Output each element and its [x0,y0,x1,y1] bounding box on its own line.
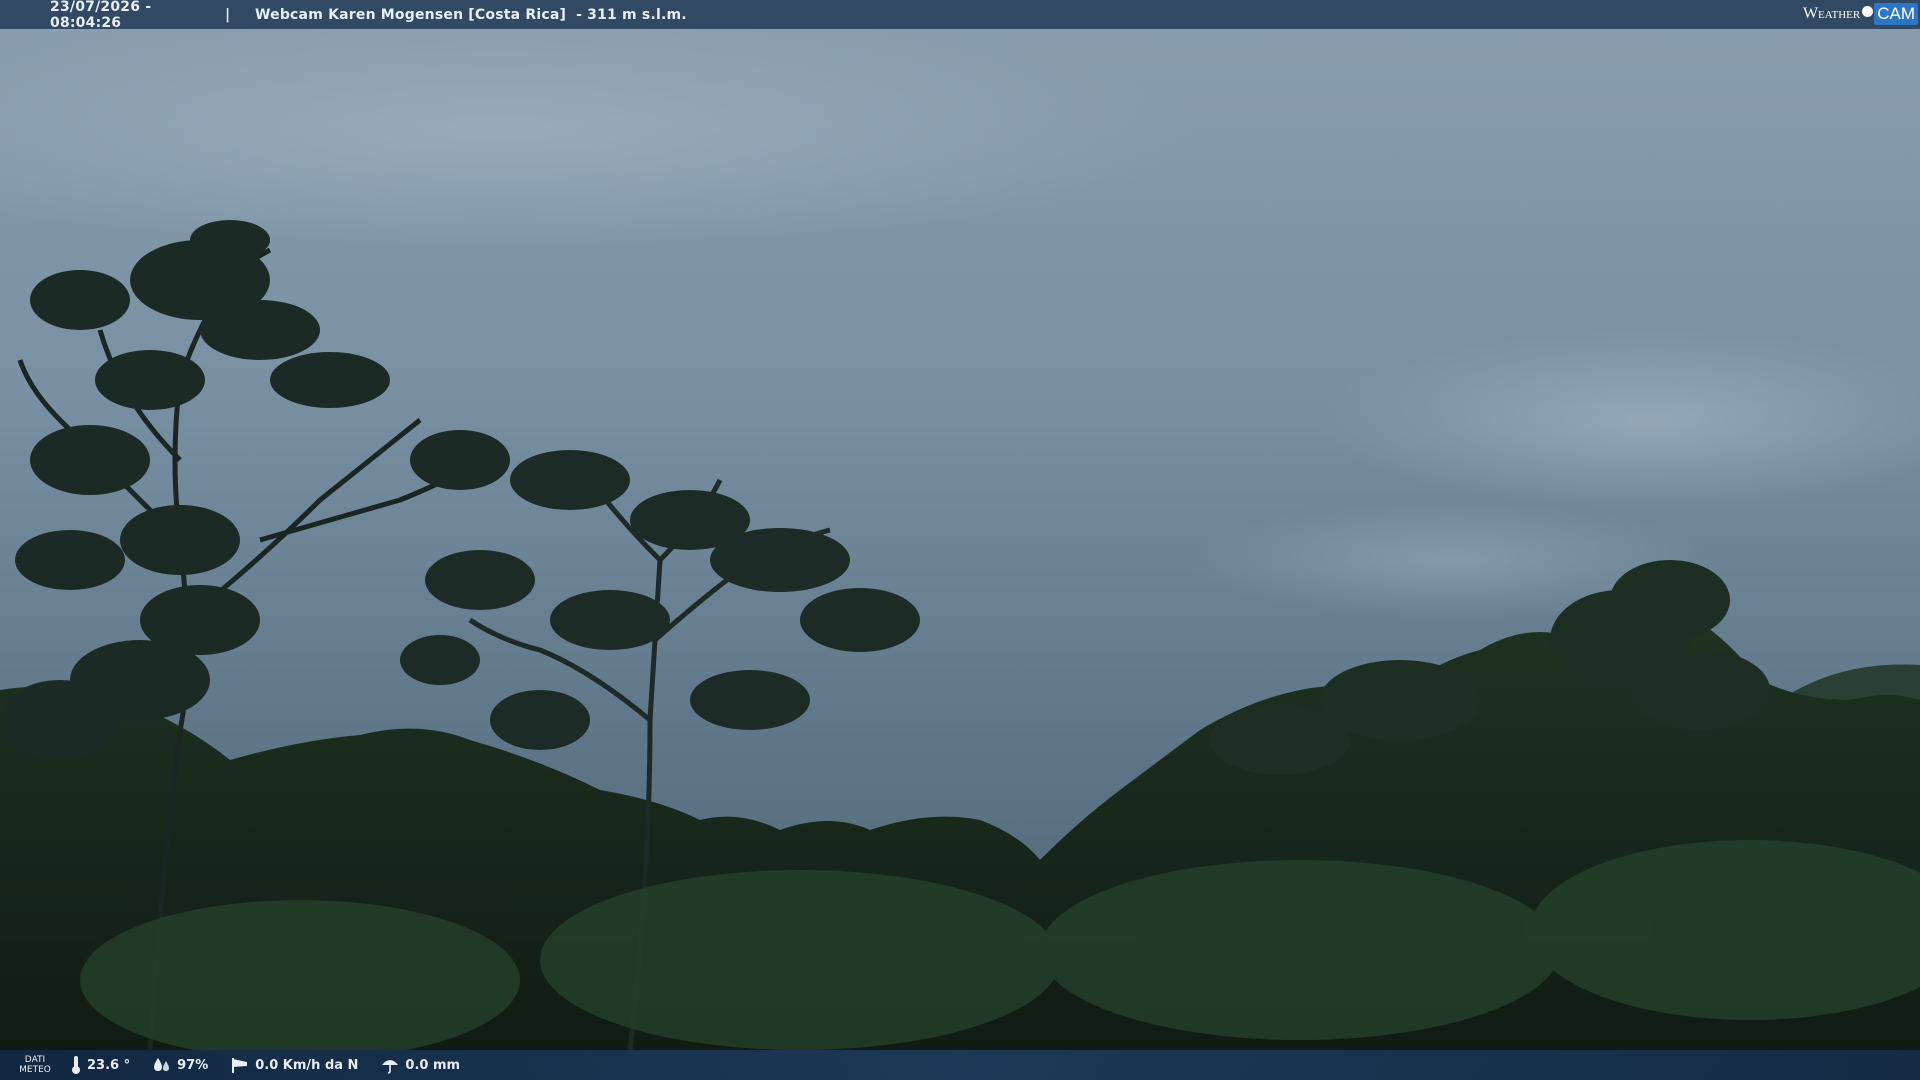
logo-dot-icon [1862,5,1874,17]
weather-data-bar: DATI METEO 23.6 ° 97% 0.0 Km/h da N 0.0 … [0,1050,1920,1080]
rain-reading: 0.0 mm [380,1056,460,1074]
top-info-bar: 23/07/2026 - 08:04:26 | Webcam Karen Mog… [0,0,1920,31]
webcam-title: Webcam Karen Mogensen [Costa Rica] [255,6,567,23]
weather-data-label: DATI METEO [0,1055,70,1075]
umbrella-icon [382,1060,399,1074]
temperature-reading: 23.6 ° [70,1055,130,1075]
humidity-reading: 97% [152,1056,208,1074]
logo-weather-text: Weather [1802,5,1861,22]
dati-label-line1: DATI [24,1055,46,1065]
thermometer-icon [72,1056,80,1074]
temperature-value: 23.6 ° [87,1057,131,1073]
webcam-image [0,0,1920,1080]
rain-value: 0.0 mm [405,1057,461,1073]
altitude: - 311 m s.l.m. [576,6,687,23]
separator: | [225,6,231,23]
dati-label-line2: METEO [19,1065,51,1075]
windsock-icon [232,1058,248,1073]
wind-value: 0.0 Km/h da N [255,1057,359,1073]
capture-datetime: 23/07/2026 - 08:04:26 [50,0,152,31]
webcam-frame: 23/07/2026 - 08:04:26 | Webcam Karen Mog… [0,0,1920,1080]
weathercam-logo: Weather CAM [1803,1,1918,27]
logo-cam-text: CAM [1874,3,1918,25]
wind-reading: 0.0 Km/h da N [230,1056,358,1074]
humidity-value: 97% [177,1057,209,1073]
drops-icon [154,1058,170,1071]
